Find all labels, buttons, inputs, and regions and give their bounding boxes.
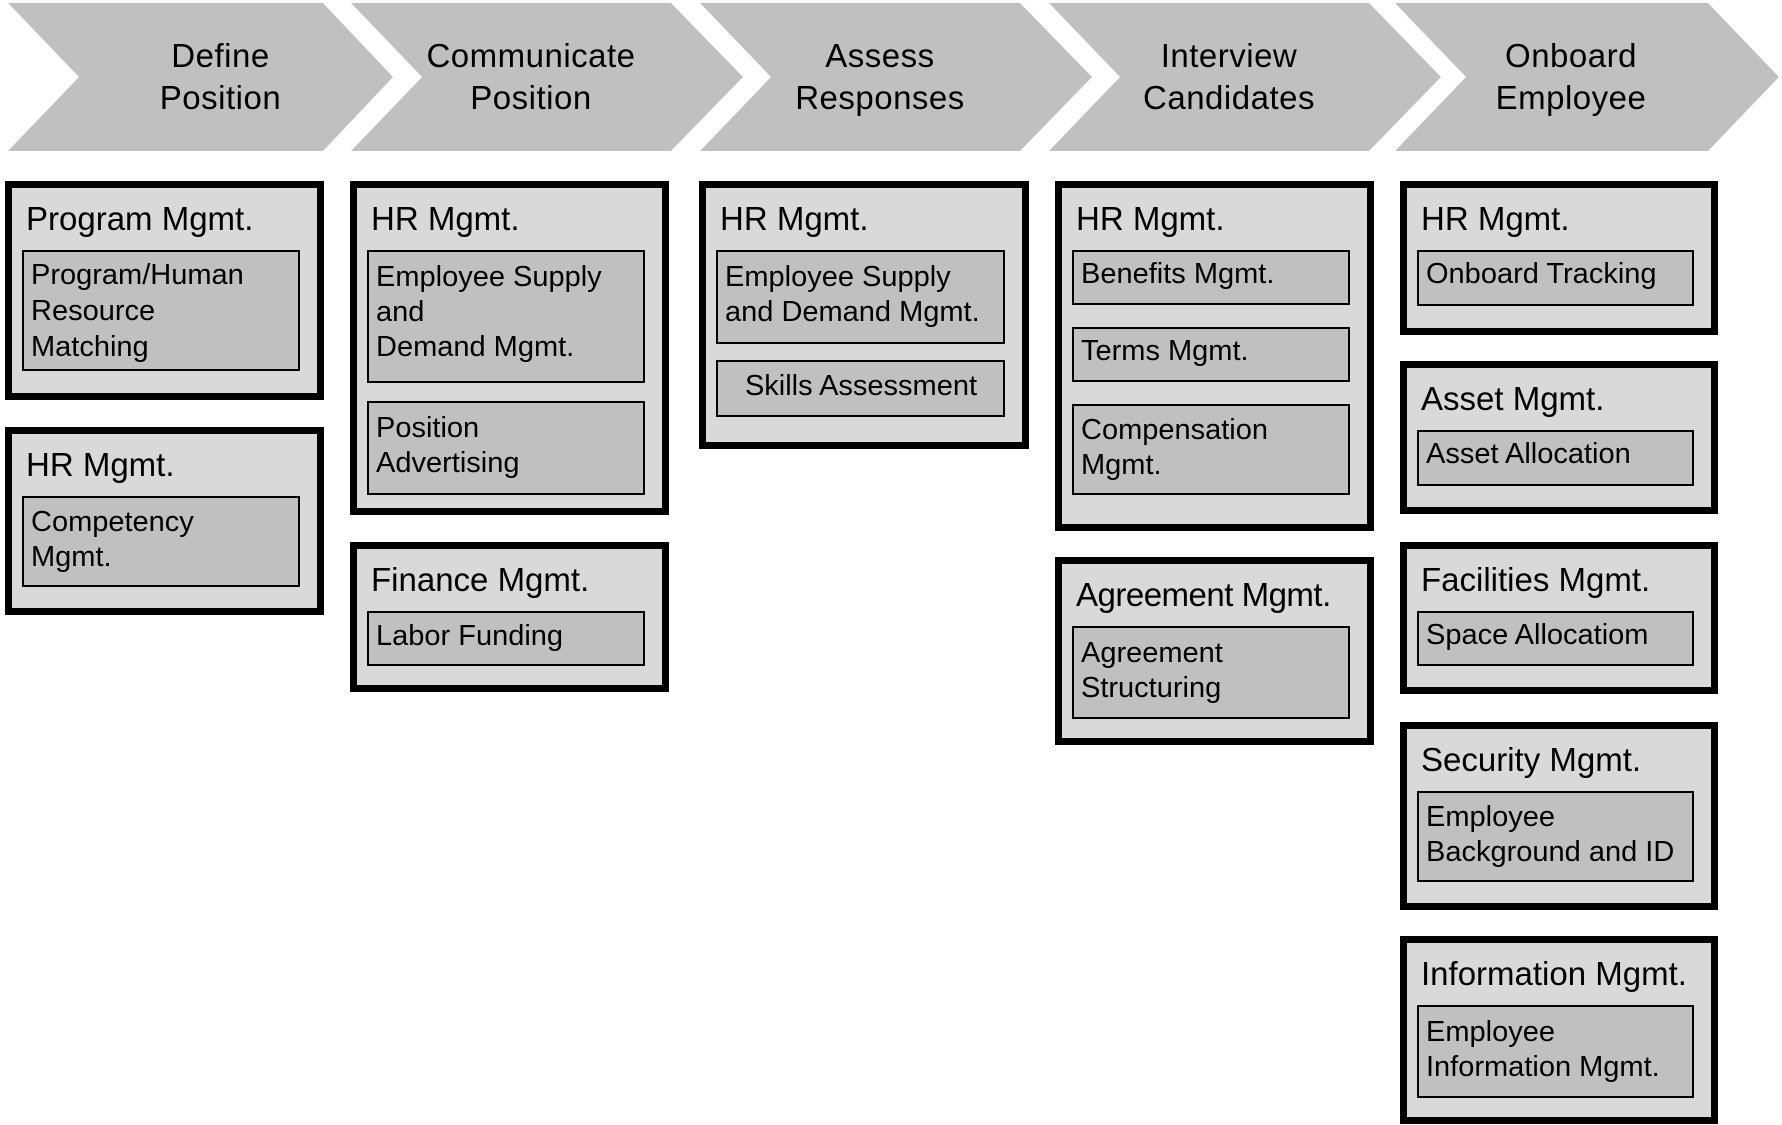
process-step-label: Interview Candidates xyxy=(1143,37,1315,116)
group-hr-mgmt: HR Mgmt. Employee Supply and Demand Mgmt… xyxy=(699,181,1029,449)
capability-item: Asset Allocation xyxy=(1417,430,1694,486)
process-step-label: Define Position xyxy=(159,37,282,116)
capability-item: Labor Funding xyxy=(367,611,645,666)
capability-item: Skills Assessment xyxy=(716,360,1005,417)
capability-item: Space Allocatiom xyxy=(1417,611,1694,666)
capability-item: Competency Mgmt. xyxy=(22,496,300,587)
group-hr-mgmt: HR Mgmt. Employee Supply and Demand Mgmt… xyxy=(350,181,669,515)
group-title: Finance Mgmt. xyxy=(371,561,590,598)
capability-item: Employee Information Mgmt. xyxy=(1417,1005,1694,1098)
capability-item: Program/Human Resource Matching xyxy=(22,250,300,371)
group-title: HR Mgmt. xyxy=(720,200,869,237)
group-agreement-mgmt: Agreement Mgmt. Agreement Structuring xyxy=(1055,557,1374,745)
capability-item: Employee Supply and Demand Mgmt. xyxy=(367,250,645,383)
capability-item: Benefits Mgmt. xyxy=(1072,250,1350,305)
process-step-onboard-employee: Onboard Employee xyxy=(1395,3,1779,151)
group-title: Agreement Mgmt. xyxy=(1076,576,1331,613)
group-title: Program Mgmt. xyxy=(26,200,254,237)
process-step-label: Assess Responses xyxy=(795,37,965,116)
capability-item: Employee Supply and Demand Mgmt. xyxy=(716,250,1005,344)
group-title: HR Mgmt. xyxy=(1421,200,1570,237)
process-step-assess-responses: Assess Responses xyxy=(700,3,1092,151)
capability-item: Position Advertising xyxy=(367,401,645,495)
group-asset-mgmt: Asset Mgmt. Asset Allocation xyxy=(1400,361,1718,514)
group-information-mgmt: Information Mgmt. Employee Information M… xyxy=(1400,936,1718,1124)
process-step-interview-candidates: Interview Candidates xyxy=(1049,3,1441,151)
capability-item: Agreement Structuring xyxy=(1072,626,1350,719)
group-hr-mgmt: HR Mgmt. Onboard Tracking xyxy=(1400,181,1718,335)
group-title: Facilities Mgmt. xyxy=(1421,561,1651,598)
group-finance-mgmt: Finance Mgmt. Labor Funding xyxy=(350,542,669,692)
group-security-mgmt: Security Mgmt. Employee Background and I… xyxy=(1400,722,1718,910)
group-title: Security Mgmt. xyxy=(1421,741,1642,778)
group-title: HR Mgmt. xyxy=(26,446,175,483)
capability-item: Employee Background and ID xyxy=(1417,791,1694,882)
capability-item: Compensation Mgmt. xyxy=(1072,404,1350,495)
process-step-label: Communicate Position xyxy=(426,37,636,116)
process-step-communicate-position: Communicate Position xyxy=(351,3,743,151)
group-title: HR Mgmt. xyxy=(1076,200,1225,237)
group-title: Asset Mgmt. xyxy=(1421,380,1605,417)
group-hr-mgmt: HR Mgmt. Competency Mgmt. xyxy=(5,427,324,615)
capability-item: Terms Mgmt. xyxy=(1072,327,1350,382)
group-hr-mgmt: HR Mgmt. Benefits Mgmt. Terms Mgmt. Comp… xyxy=(1055,181,1374,531)
group-title: HR Mgmt. xyxy=(371,200,520,237)
group-title: Information Mgmt. xyxy=(1421,955,1687,992)
process-step-label: Onboard Employee xyxy=(1495,37,1647,116)
process-step-define-position: Define Position xyxy=(8,3,393,151)
group-facilities-mgmt: Facilities Mgmt. Space Allocatiom xyxy=(1400,542,1718,694)
capability-item: Onboard Tracking xyxy=(1417,250,1694,306)
group-program-mgmt: Program Mgmt. Program/Human Resource Mat… xyxy=(5,181,324,400)
